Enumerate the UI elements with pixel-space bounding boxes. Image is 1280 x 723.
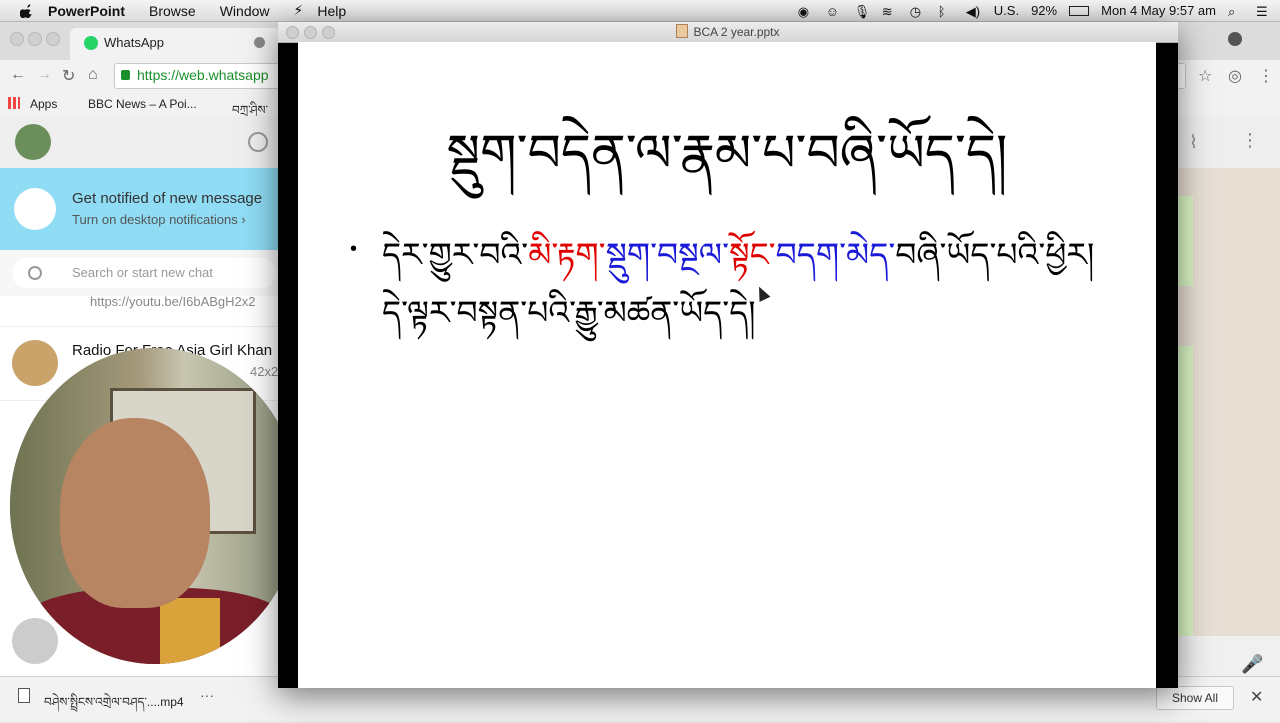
forward-button[interactable]: →	[36, 66, 52, 84]
bullet-line-2: དེ་ལྟར་བསྟན་པའི་རྒྱུ་མཚན་ཡོད་དེ།	[382, 293, 756, 332]
bookmark-star-icon[interactable]: ☆	[1198, 66, 1212, 86]
line1-blue-1: སྡུག་བསྔལ་	[605, 235, 730, 274]
wifi-icon[interactable]: ≋	[882, 4, 898, 19]
download-filename[interactable]: བཤེས་སྤྲིངས་འགྲེལ་བཤད་....mp4	[44, 689, 184, 723]
apple-icon[interactable]	[20, 3, 34, 18]
spotlight-search-icon[interactable]: ⌕	[1228, 4, 1244, 19]
apps-grid-icon[interactable]	[8, 97, 20, 109]
url-text: https://web.whatsapp	[137, 67, 269, 83]
search-icon	[28, 266, 42, 280]
microphone-icon[interactable]: 🎤	[1241, 654, 1263, 675]
chat-header: ⌇ ⋮	[1177, 116, 1280, 168]
webcam-overlay	[10, 348, 300, 664]
powerpoint-window: BCA 2 year.pptx སྡུག་བདེན་ལ་རྣམ་པ་བཞི་ཡོ…	[278, 22, 1178, 688]
line1-blue-2: བདག་མེད་	[775, 235, 896, 274]
tab-whatsapp[interactable]: WhatsApp	[70, 28, 280, 60]
menu-help[interactable]: Help	[317, 3, 346, 19]
home-button[interactable]: ⌂	[88, 66, 98, 84]
notify-link[interactable]: Turn on desktop notifications ›	[72, 212, 246, 227]
tab-title: WhatsApp	[104, 35, 164, 50]
whatsapp-chat-pane: ⌇ ⋮ 🎤	[1177, 116, 1280, 720]
battery-icon[interactable]	[1069, 5, 1090, 16]
my-avatar[interactable]	[15, 124, 51, 160]
reload-button[interactable]: ↻	[62, 66, 75, 86]
notification-banner[interactable]: Get notified of new message Turn on desk…	[0, 168, 280, 250]
window-minimize-button[interactable]	[28, 32, 42, 46]
line1-red-2: སྟོང་	[729, 235, 776, 274]
profile-icon[interactable]	[1228, 32, 1242, 46]
ppt-document-title: BCA 2 year.pptx	[278, 24, 1178, 39]
clock[interactable]: Mon 4 May 9:57 am	[1101, 3, 1216, 18]
microphone-icon[interactable]: 🎙	[854, 4, 871, 19]
line1-red-1: མི་རྟག་	[528, 235, 606, 274]
window-zoom-button[interactable]	[46, 32, 60, 46]
bookmark-apps[interactable]: Apps	[30, 97, 57, 111]
search-input[interactable]: Search or start new chat	[12, 258, 276, 288]
search-placeholder: Search or start new chat	[72, 265, 213, 280]
status-icon[interactable]	[248, 132, 268, 152]
menu-app-name[interactable]: PowerPoint	[48, 3, 125, 19]
pptx-file-icon	[676, 24, 689, 38]
file-icon	[18, 688, 30, 703]
tab-audio-icon[interactable]	[254, 37, 265, 48]
chrome-menu-icon[interactable]: ⋮	[1258, 66, 1274, 86]
chat-preview: https://youtu.be/I6bABgH2x2	[90, 294, 256, 309]
battery-percent[interactable]: 92%	[1031, 3, 1057, 18]
document-name: BCA 2 year.pptx	[693, 25, 780, 39]
close-downloads-icon[interactable]: ✕	[1250, 687, 1263, 707]
bookmark-bbc[interactable]: BBC News – A Poi...	[88, 97, 197, 111]
bell-off-icon	[14, 188, 56, 230]
webcam-robe-accent	[160, 598, 220, 664]
list-item[interactable]: https://youtu.be/I6bABgH2x2	[0, 286, 280, 327]
mac-menubar: PowerPoint Browse Window ⚡ Help ◉ ☺ 🎙 ≋ …	[0, 0, 1280, 22]
input-source[interactable]: U.S.	[994, 3, 1019, 18]
download-options-icon[interactable]: ···	[200, 687, 214, 703]
webcam-person	[60, 418, 210, 608]
window-close-button[interactable]	[10, 32, 24, 46]
back-button[interactable]: ←	[10, 66, 26, 84]
line1-text-b: བཞི་ཡོད་པའི་ཕྱིར།	[895, 235, 1095, 274]
whatsapp-icon	[84, 36, 98, 50]
attach-icon[interactable]: ⌇	[1189, 132, 1198, 153]
menu-bolt-icon[interactable]: ⚡	[294, 2, 304, 19]
volume-icon[interactable]: ◀)	[966, 4, 982, 19]
notification-center-icon[interactable]: ☰	[1256, 4, 1272, 19]
message-bubble	[1177, 346, 1193, 646]
ppt-titlebar: BCA 2 year.pptx	[278, 22, 1178, 43]
screen-record-icon[interactable]: ◉	[798, 4, 814, 19]
message-bubble	[1177, 196, 1193, 286]
extension-icon[interactable]: ◎	[1228, 66, 1242, 86]
notify-title: Get notified of new message	[72, 190, 263, 207]
chat-menu-icon[interactable]: ⋮	[1241, 130, 1259, 151]
menu-browse[interactable]: Browse	[149, 3, 196, 19]
slide-canvas[interactable]: སྡུག་བདེན་ལ་རྣམ་པ་བཞི་ཡོད་དེ། • དེར་གྱུར…	[298, 42, 1156, 688]
menubar-status: ◉ ☺ 🎙 ≋ ◷ ᛒ ◀) U.S. 92% Mon 4 May 9:57 a…	[798, 0, 1272, 21]
line1-text-a: དེར་གྱུར་བའི་	[382, 235, 529, 274]
menu-window[interactable]: Window	[220, 3, 270, 19]
bluetooth-icon[interactable]: ᛒ	[938, 4, 954, 19]
time-machine-icon[interactable]: ◷	[910, 4, 926, 19]
lock-icon	[121, 70, 130, 80]
whatsapp-header	[0, 116, 280, 168]
show-all-button[interactable]: Show All	[1156, 686, 1234, 710]
face-icon[interactable]: ☺	[826, 4, 842, 19]
bullet-marker: •	[350, 238, 358, 260]
